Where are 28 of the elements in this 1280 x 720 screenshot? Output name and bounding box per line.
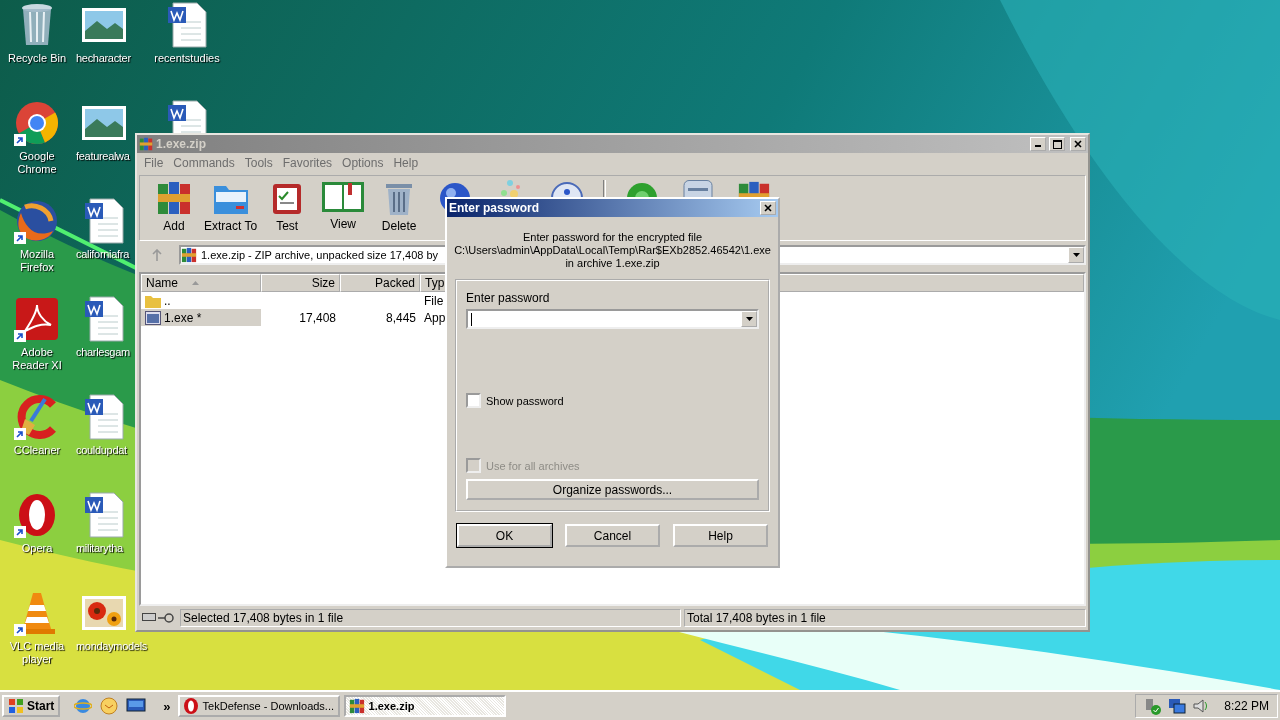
icon-label: Opera — [21, 542, 53, 555]
window-title: 1.exe.zip — [156, 137, 208, 151]
table-cell: .. — [141, 292, 261, 309]
icon-label: militarytha — [76, 542, 123, 555]
icon-label: featurealwa — [76, 150, 130, 163]
icon-label: VLC media player — [8, 640, 66, 666]
clock: 8:22 PM — [1224, 699, 1269, 713]
icon-label: charlesgam — [76, 346, 130, 359]
message-text: Enter password for the encrypted file — [522, 231, 703, 243]
icon-label: Mozilla Firefox — [18, 248, 56, 274]
icon-label: mondaymodels — [76, 640, 146, 653]
message-text: in archive 1.exe.zip — [565, 257, 660, 269]
icon-label: couldupdat — [76, 444, 127, 457]
message-text: C:\Users\admin\AppData\Local\Temp\Rar$EXb2852.46542\1.exe — [454, 244, 771, 256]
icon-label: CCleaner — [13, 444, 61, 457]
icon-label: Adobe Reader XI — [11, 346, 63, 372]
field-label: Enter password — [466, 291, 551, 305]
icon-label: hecharacter — [76, 52, 131, 65]
table-cell-text: 17,408 — [298, 309, 337, 326]
dialog-title: Enter password — [449, 201, 541, 215]
table-cell-text: File — [423, 292, 445, 309]
table-cell-text: 8,445 — [384, 309, 417, 326]
status-text: Total 17,408 bytes in 1 file — [684, 609, 1086, 627]
icon-label: recentstudies — [154, 52, 220, 65]
icon-label: Recycle Bin — [7, 52, 67, 65]
table-cell: 1.exe * — [141, 309, 261, 326]
icon-label: Google Chrome — [16, 150, 58, 176]
status-text: Selected 17,408 bytes in 1 file — [180, 609, 681, 627]
